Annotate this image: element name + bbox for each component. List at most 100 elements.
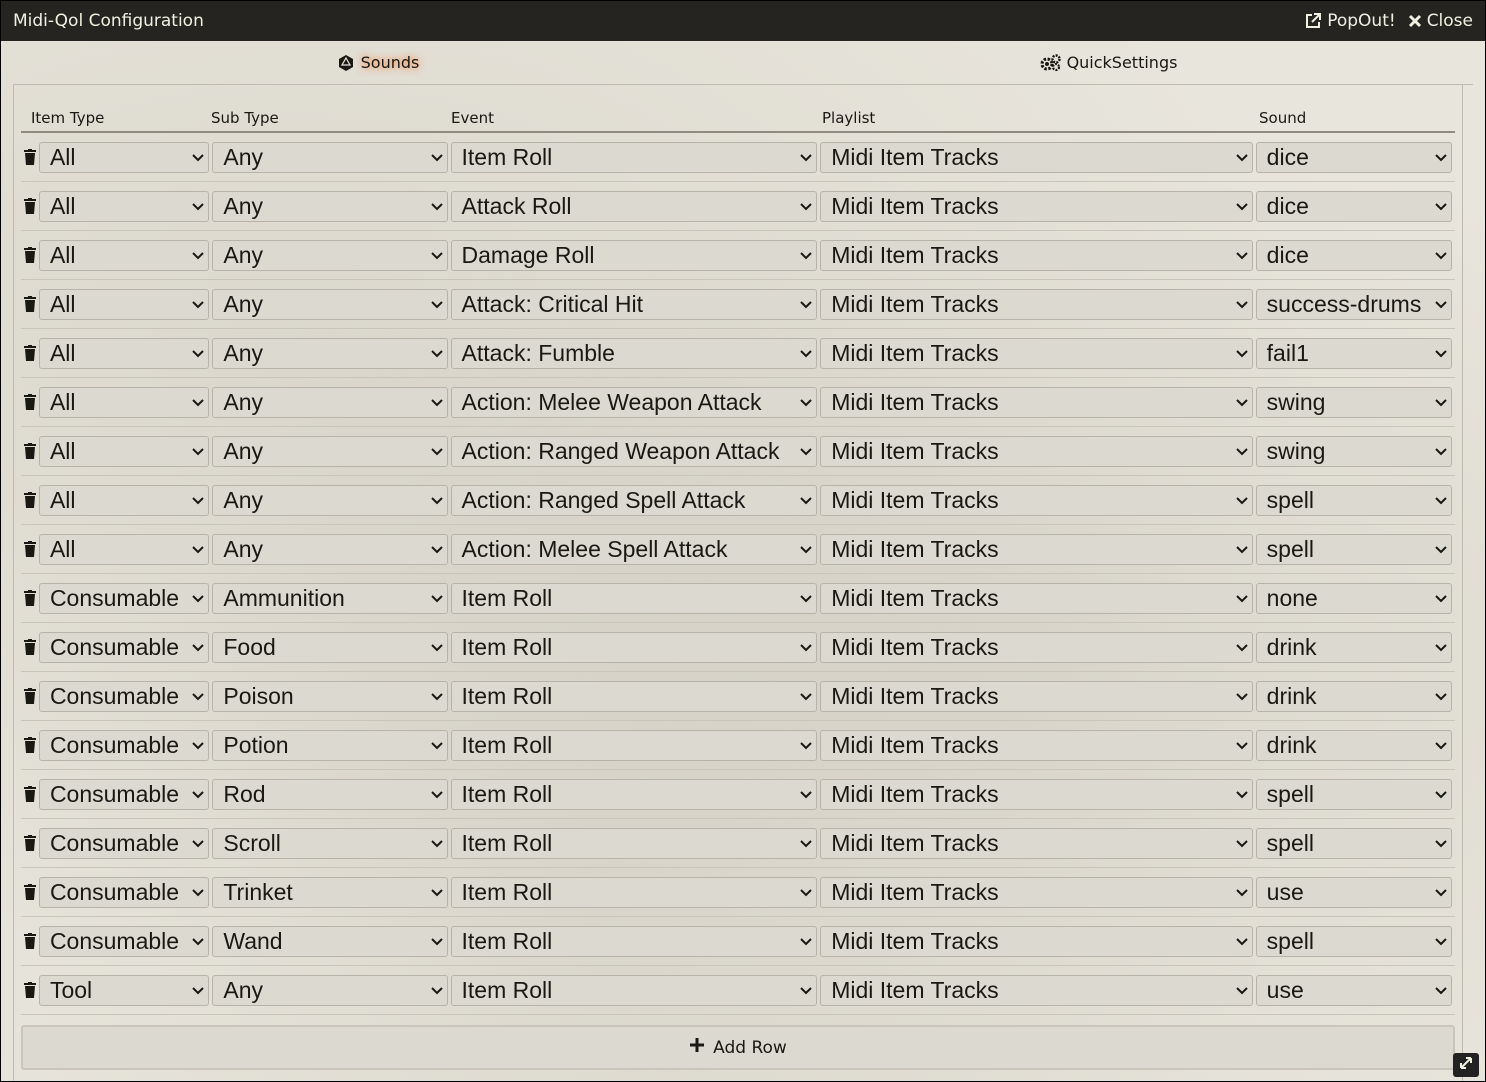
trash-icon[interactable]: [21, 631, 39, 663]
playlist-select[interactable]: Midi Item Tracks: [820, 925, 1253, 957]
playlist-select[interactable]: Midi Item Tracks: [820, 876, 1253, 908]
sound-select[interactable]: drink: [1255, 729, 1452, 761]
sound-select[interactable]: fail1: [1255, 337, 1452, 369]
item-type-select[interactable]: All: [38, 141, 210, 173]
sub-type-select[interactable]: Poison: [212, 680, 448, 712]
sound-select[interactable]: drink: [1255, 631, 1452, 663]
playlist-select[interactable]: Midi Item Tracks: [820, 435, 1253, 467]
item-type-select[interactable]: Consumable: [38, 778, 210, 810]
trash-icon[interactable]: [21, 484, 39, 516]
item-type-select[interactable]: Consumable: [38, 631, 210, 663]
trash-icon[interactable]: [21, 337, 39, 369]
event-select[interactable]: Item Roll: [450, 925, 818, 957]
sub-type-select[interactable]: Any: [212, 190, 448, 222]
trash-icon[interactable]: [21, 582, 39, 614]
playlist-select[interactable]: Midi Item Tracks: [820, 729, 1253, 761]
trash-icon[interactable]: [21, 729, 39, 761]
sub-type-select[interactable]: Any: [212, 239, 448, 271]
playlist-select[interactable]: Midi Item Tracks: [820, 680, 1253, 712]
trash-icon[interactable]: [21, 974, 39, 1006]
sound-select[interactable]: dice: [1255, 239, 1452, 271]
trash-icon[interactable]: [21, 778, 39, 810]
sound-select[interactable]: none: [1255, 582, 1452, 614]
sound-select[interactable]: drink: [1255, 680, 1452, 712]
event-select[interactable]: Item Roll: [450, 827, 818, 859]
sound-select[interactable]: swing: [1255, 386, 1452, 418]
event-select[interactable]: Attack: Critical Hit: [450, 288, 818, 320]
trash-icon[interactable]: [21, 141, 39, 173]
item-type-select[interactable]: All: [38, 190, 210, 222]
item-type-select[interactable]: Consumable: [38, 729, 210, 761]
playlist-select[interactable]: Midi Item Tracks: [820, 141, 1253, 173]
sound-select[interactable]: use: [1255, 974, 1452, 1006]
event-select[interactable]: Attack: Fumble: [450, 337, 818, 369]
item-type-select[interactable]: Consumable: [38, 925, 210, 957]
resize-handle[interactable]: [1453, 1053, 1479, 1077]
item-type-select[interactable]: All: [38, 288, 210, 320]
sound-select[interactable]: spell: [1255, 925, 1452, 957]
playlist-select[interactable]: Midi Item Tracks: [820, 190, 1253, 222]
sub-type-select[interactable]: Any: [212, 974, 448, 1006]
trash-icon[interactable]: [21, 680, 39, 712]
sub-type-select[interactable]: Any: [212, 337, 448, 369]
sub-type-select[interactable]: Any: [212, 435, 448, 467]
sound-select[interactable]: swing: [1255, 435, 1452, 467]
item-type-select[interactable]: All: [38, 386, 210, 418]
playlist-select[interactable]: Midi Item Tracks: [820, 533, 1253, 565]
sound-select[interactable]: dice: [1255, 141, 1452, 173]
sound-select[interactable]: spell: [1255, 827, 1452, 859]
close-button[interactable]: Close: [1408, 11, 1473, 31]
trash-icon[interactable]: [21, 435, 39, 467]
sound-select[interactable]: spell: [1255, 533, 1452, 565]
item-type-select[interactable]: Consumable: [38, 582, 210, 614]
item-type-select[interactable]: Consumable: [38, 827, 210, 859]
item-type-select[interactable]: Consumable: [38, 680, 210, 712]
item-type-select[interactable]: Tool: [38, 974, 210, 1006]
event-select[interactable]: Action: Melee Weapon Attack: [450, 386, 818, 418]
tab-quicksettings[interactable]: QuickSettings: [743, 41, 1473, 84]
sub-type-select[interactable]: Any: [212, 533, 448, 565]
playlist-select[interactable]: Midi Item Tracks: [820, 778, 1253, 810]
sub-type-select[interactable]: Trinket: [212, 876, 448, 908]
item-type-select[interactable]: Consumable: [38, 876, 210, 908]
event-select[interactable]: Item Roll: [450, 631, 818, 663]
popout-button[interactable]: PopOut!: [1304, 11, 1396, 31]
sub-type-select[interactable]: Any: [212, 386, 448, 418]
item-type-select[interactable]: All: [38, 337, 210, 369]
tab-sounds[interactable]: Sounds: [13, 41, 743, 84]
sound-select[interactable]: spell: [1255, 778, 1452, 810]
event-select[interactable]: Action: Melee Spell Attack: [450, 533, 818, 565]
item-type-select[interactable]: All: [38, 484, 210, 516]
playlist-select[interactable]: Midi Item Tracks: [820, 239, 1253, 271]
playlist-select[interactable]: Midi Item Tracks: [820, 974, 1253, 1006]
trash-icon[interactable]: [21, 533, 39, 565]
sub-type-select[interactable]: Wand: [212, 925, 448, 957]
event-select[interactable]: Damage Roll: [450, 239, 818, 271]
sub-type-select[interactable]: Scroll: [212, 827, 448, 859]
sound-select[interactable]: success-drums: [1255, 288, 1452, 320]
playlist-select[interactable]: Midi Item Tracks: [820, 288, 1253, 320]
item-type-select[interactable]: All: [38, 239, 210, 271]
trash-icon[interactable]: [21, 386, 39, 418]
event-select[interactable]: Item Roll: [450, 876, 818, 908]
playlist-select[interactable]: Midi Item Tracks: [820, 484, 1253, 516]
trash-icon[interactable]: [21, 876, 39, 908]
playlist-select[interactable]: Midi Item Tracks: [820, 337, 1253, 369]
event-select[interactable]: Attack Roll: [450, 190, 818, 222]
sub-type-select[interactable]: Rod: [212, 778, 448, 810]
playlist-select[interactable]: Midi Item Tracks: [820, 386, 1253, 418]
event-select[interactable]: Item Roll: [450, 974, 818, 1006]
trash-icon[interactable]: [21, 288, 39, 320]
event-select[interactable]: Item Roll: [450, 680, 818, 712]
sound-select[interactable]: dice: [1255, 190, 1452, 222]
sub-type-select[interactable]: Ammunition: [212, 582, 448, 614]
trash-icon[interactable]: [21, 239, 39, 271]
event-select[interactable]: Item Roll: [450, 141, 818, 173]
item-type-select[interactable]: All: [38, 533, 210, 565]
sub-type-select[interactable]: Food: [212, 631, 448, 663]
item-type-select[interactable]: All: [38, 435, 210, 467]
add-row-button[interactable]: Add Row: [21, 1025, 1455, 1070]
sound-select[interactable]: spell: [1255, 484, 1452, 516]
trash-icon[interactable]: [21, 827, 39, 859]
event-select[interactable]: Action: Ranged Weapon Attack: [450, 435, 818, 467]
